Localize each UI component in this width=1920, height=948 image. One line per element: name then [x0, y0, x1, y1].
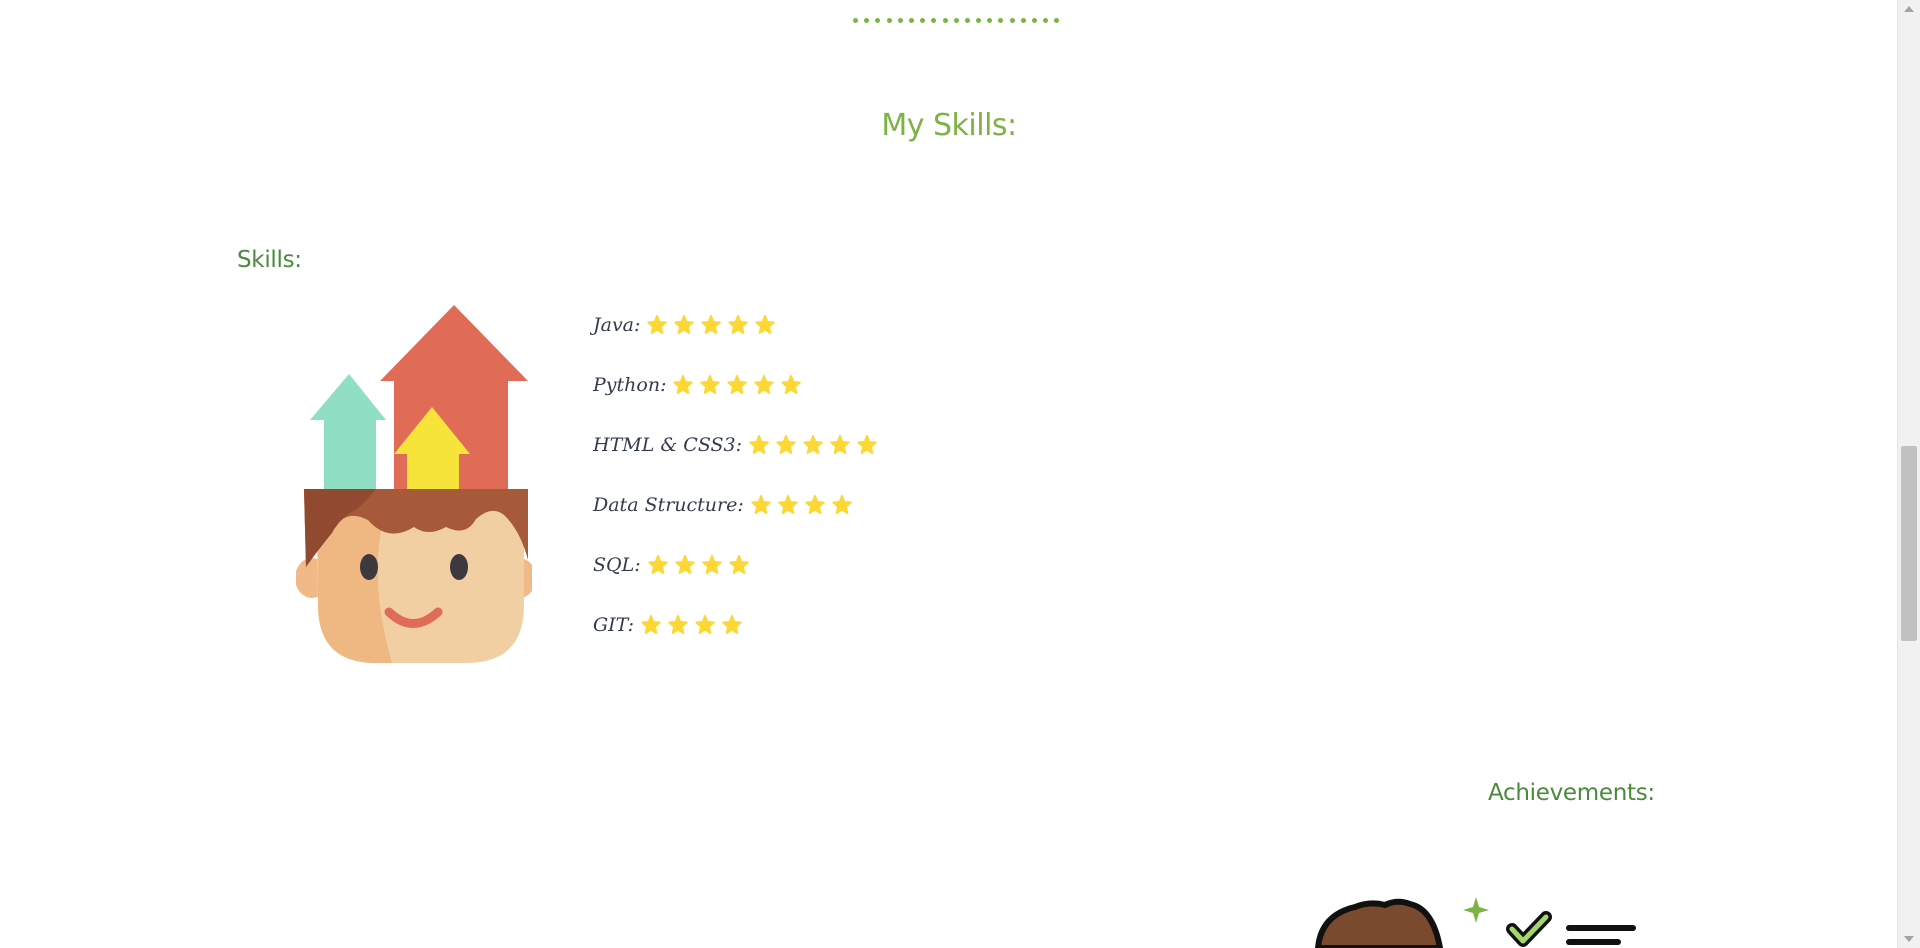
star-rating — [748, 434, 878, 456]
star-icon — [673, 374, 694, 394]
star-icon — [727, 374, 748, 394]
skill-row-sql: SQL: — [593, 550, 878, 580]
star-icon — [754, 374, 775, 394]
star-icon — [668, 614, 688, 634]
star-icon — [701, 314, 722, 334]
star-icon — [674, 554, 695, 574]
skill-name: Data Structure: — [593, 494, 744, 516]
star-icon — [776, 434, 796, 454]
skill-name: Java: — [593, 314, 641, 336]
skill-list: Java: Python: HTML & CSS3: Data Structur… — [593, 310, 878, 670]
star-icon — [641, 614, 661, 634]
star-rating — [672, 374, 802, 396]
scrollbar-thumb[interactable] — [1901, 446, 1917, 641]
skill-row-html-css: HTML & CSS3: — [593, 430, 878, 460]
star-icon — [728, 314, 749, 334]
achievements-heading: Achievements: — [1488, 780, 1655, 806]
skills-heading: Skills: — [237, 247, 302, 273]
skill-row-data-structure: Data Structure: — [593, 490, 878, 520]
star-icon — [803, 434, 823, 454]
scroll-up-icon[interactable] — [1904, 6, 1914, 12]
skill-row-python: Python: — [593, 370, 878, 400]
star-icon — [751, 494, 771, 514]
star-icon — [700, 374, 721, 394]
star-rating — [647, 554, 750, 576]
skill-name: HTML & CSS3: — [593, 434, 743, 456]
star-icon — [781, 374, 802, 394]
dotted-divider — [853, 18, 1060, 23]
star-rating — [640, 614, 743, 636]
star-rating — [750, 494, 853, 516]
star-icon — [647, 314, 668, 334]
star-icon — [857, 434, 877, 454]
star-icon — [728, 554, 749, 574]
star-icon — [805, 494, 825, 514]
skill-name: SQL: — [593, 554, 641, 576]
star-icon — [778, 494, 798, 514]
skill-name: Python: — [593, 374, 667, 396]
star-icon — [832, 494, 852, 514]
vertical-scrollbar[interactable] — [1897, 0, 1920, 948]
section-title: My Skills: — [881, 108, 1017, 143]
star-icon — [695, 614, 715, 634]
portfolio-page: My Skills: Skills: Java: Python: HTML & … — [0, 0, 1920, 948]
star-icon — [755, 314, 776, 334]
skill-row-java: Java: — [593, 310, 878, 340]
star-rating — [646, 314, 776, 336]
star-icon — [674, 314, 695, 334]
star-icon — [749, 434, 769, 454]
skill-row-git: GIT: — [593, 610, 878, 640]
star-icon — [830, 434, 850, 454]
star-icon — [701, 554, 722, 574]
scroll-down-icon[interactable] — [1904, 936, 1914, 942]
skill-name: GIT: — [593, 614, 635, 636]
star-icon — [722, 614, 742, 634]
growth-head-icon — [296, 305, 532, 663]
star-icon — [647, 554, 668, 574]
achievement-person-icon — [1315, 897, 1636, 948]
